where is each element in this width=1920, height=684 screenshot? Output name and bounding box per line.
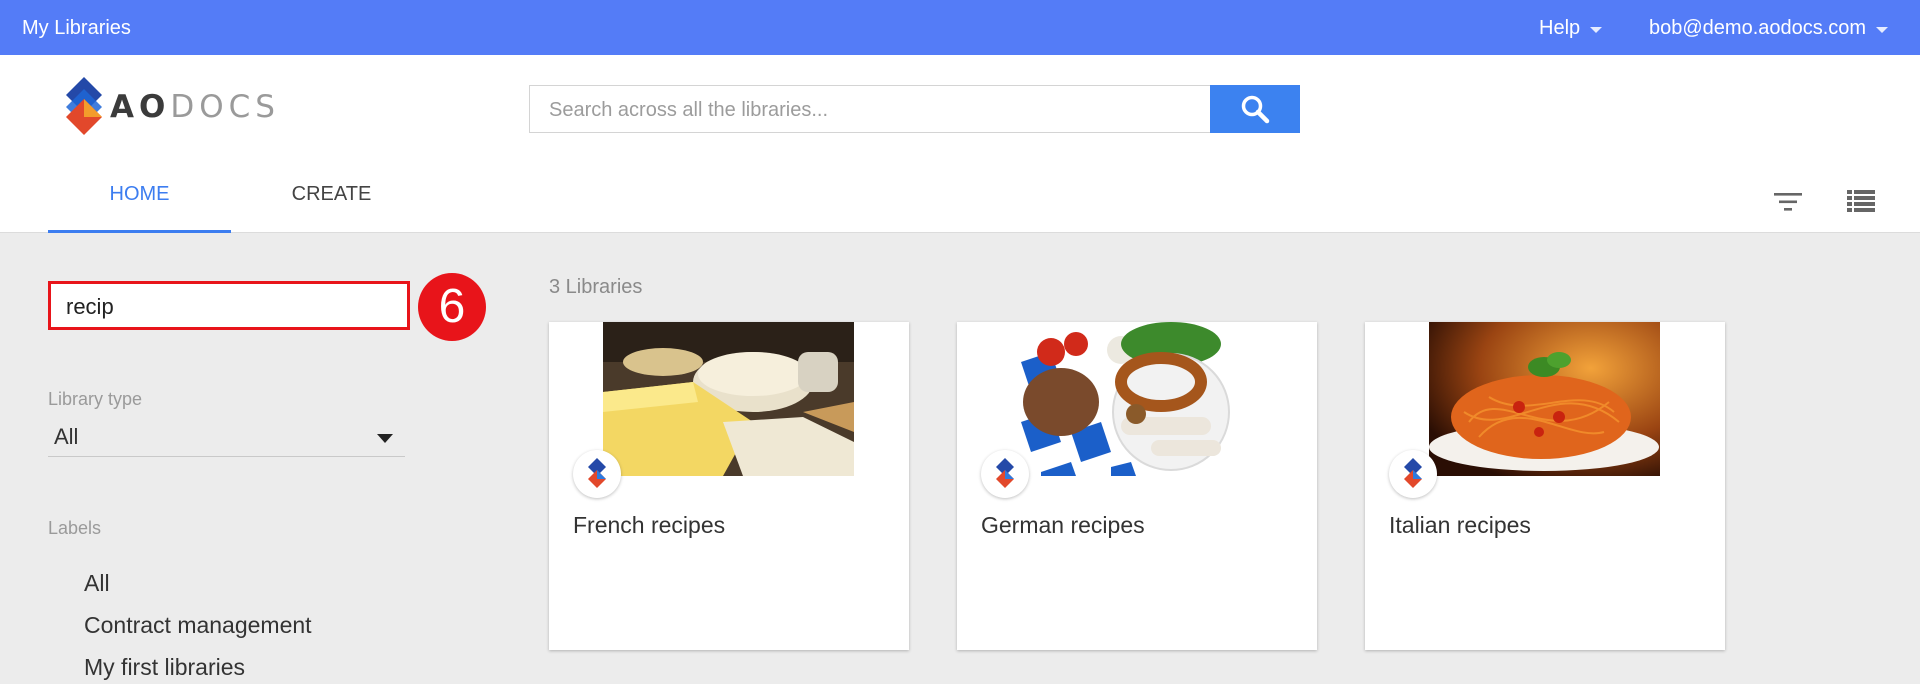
tab-create[interactable]: CREATE xyxy=(240,183,423,233)
library-type-value: All xyxy=(54,424,79,449)
library-search-input[interactable]: Search across all the libraries... xyxy=(529,85,1211,133)
chevron-down-icon xyxy=(1876,26,1889,33)
library-filter-input[interactable]: recip xyxy=(48,281,410,330)
library-type-label: Library type xyxy=(48,389,143,409)
library-icon xyxy=(1389,450,1437,498)
aodocs-logo[interactable]: AODOCS xyxy=(62,75,275,139)
library-card-french[interactable]: French recipes xyxy=(549,322,909,650)
help-label: Help xyxy=(1539,17,1581,39)
library-count: 3 Libraries xyxy=(549,276,643,298)
library-icon xyxy=(573,450,621,498)
header: AODOCS Search across all the libraries..… xyxy=(0,55,1920,233)
labels-heading: Labels xyxy=(48,518,102,538)
label-item-all[interactable]: All xyxy=(84,570,110,597)
library-type-select[interactable]: All xyxy=(48,422,405,457)
library-card-italian[interactable]: Italian recipes xyxy=(1365,322,1725,650)
top-app-bar: My Libraries Help bob@demo.aodocs.com xyxy=(0,0,1920,55)
pretzel-sausages-image xyxy=(1021,322,1252,476)
filter-icon[interactable] xyxy=(1772,186,1804,218)
search-button[interactable] xyxy=(1210,85,1300,133)
aodocs-logo-icon xyxy=(66,77,102,135)
cheese-platter-image xyxy=(603,322,854,476)
user-email: bob@demo.aodocs.com xyxy=(1649,17,1867,39)
chevron-down-icon xyxy=(1590,26,1603,33)
library-name: Italian recipes xyxy=(1389,512,1531,538)
library-name: French recipes xyxy=(573,512,726,538)
library-icon xyxy=(981,450,1029,498)
logo-wordmark: AODOCS xyxy=(110,89,280,125)
spaghetti-image xyxy=(1429,322,1660,476)
label-item-my-first-libraries[interactable]: My first libraries xyxy=(84,654,245,681)
tab-home[interactable]: HOME xyxy=(48,183,231,233)
list-view-icon[interactable] xyxy=(1846,186,1876,216)
label-item-contract-management[interactable]: Contract management xyxy=(84,612,312,639)
dropdown-arrow-icon xyxy=(377,434,393,443)
library-name: German recipes xyxy=(981,512,1145,538)
help-menu[interactable]: Help xyxy=(1539,17,1603,40)
app-title[interactable]: My Libraries xyxy=(22,17,131,40)
user-account-menu[interactable]: bob@demo.aodocs.com xyxy=(1649,17,1889,40)
step-badge: 6 xyxy=(418,273,486,341)
library-card-german[interactable]: German recipes xyxy=(957,322,1317,650)
search-icon xyxy=(1241,95,1270,124)
